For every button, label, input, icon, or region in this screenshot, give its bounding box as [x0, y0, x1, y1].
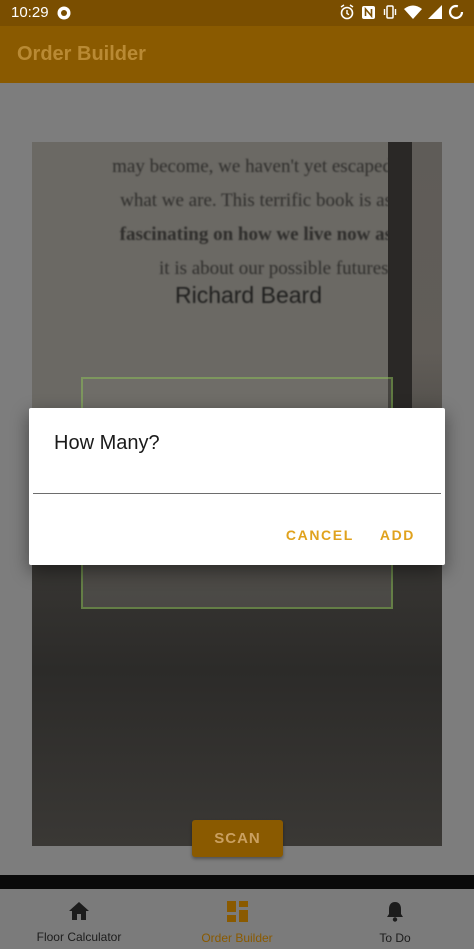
status-bar: 10:29 — [0, 0, 474, 26]
wifi-icon — [404, 5, 422, 24]
quantity-dialog: How Many? CANCEL ADD — [29, 408, 445, 565]
alarm-icon — [339, 4, 355, 25]
dialog-actions: CANCEL ADD — [286, 527, 415, 543]
signal-icon — [428, 5, 442, 24]
battery-icon — [448, 4, 464, 25]
status-icons — [339, 4, 464, 25]
status-time: 10:29 — [11, 4, 49, 21]
quantity-input[interactable] — [33, 466, 441, 494]
add-button[interactable]: ADD — [380, 527, 415, 543]
cancel-button[interactable]: CANCEL — [286, 527, 354, 543]
vibrate-icon — [382, 4, 398, 25]
app-bar: Order Builder — [0, 26, 474, 83]
nfc-icon — [361, 5, 376, 25]
page-title: Order Builder — [17, 43, 146, 65]
sync-icon — [56, 5, 72, 26]
dialog-title: How Many? — [54, 432, 160, 454]
